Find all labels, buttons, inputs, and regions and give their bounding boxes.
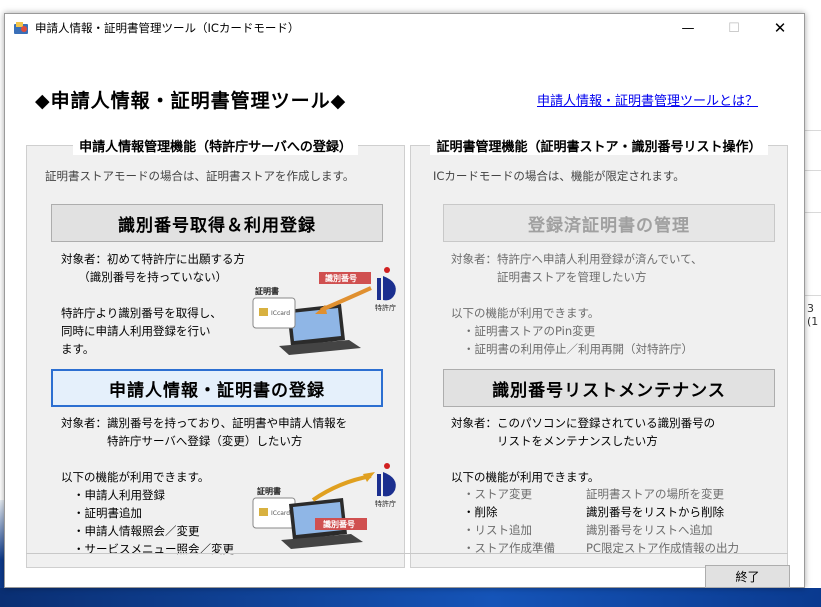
id-list-maintenance-button[interactable]: 識別番号リストメンテナンス — [443, 369, 775, 407]
feature-name: ・ストア変更 — [463, 487, 532, 501]
id-acquire-detail: 特許庁より識別番号を取得し、 同時に申請人利用登録を行い ます。 — [61, 304, 222, 358]
illus-cert-label: 証明書 — [257, 486, 281, 496]
feature-item: ・証明書の利用停止／利用再開（対特許庁） — [463, 342, 693, 356]
minimize-button[interactable]: — — [665, 14, 711, 42]
group-note: 証明書ストアモードの場合は、証明書ストアを作成します。 — [45, 169, 355, 183]
footer-separator — [26, 553, 788, 554]
desc-line: 対象者：識別番号を持っており、証明書や申請人情報を — [61, 416, 348, 430]
registered-cert-features: 以下の機能が利用できます。 ・証明書ストアのPin変更 ・証明書の利用停止／利用… — [451, 304, 693, 358]
feature-row-list-add: ・リスト追加 識別番号をリストへ追加 — [463, 522, 713, 538]
illus-jpo-label: 特許庁 — [375, 303, 396, 312]
feature-item: ・証明書ストアのPin変更 — [463, 324, 596, 338]
desc-line: 証明書ストアを管理したい方 — [451, 270, 647, 284]
help-link[interactable]: 申請人情報・証明書管理ツールとは？ — [537, 90, 758, 109]
close-button[interactable]: ✕ — [757, 14, 803, 42]
applicant-cert-features: 以下の機能が利用できます。 ・申請人利用登録 ・証明書追加 ・申請人情報照会／変… — [61, 468, 234, 558]
desc-line: （識別番号を持っていない） — [61, 270, 228, 284]
feature-name: ・リスト追加 — [463, 523, 532, 537]
group-legend-text: 申請人情報管理機能（特許庁サーバへの登録） — [73, 140, 358, 155]
desc-line: 対象者：初めて特許庁に出願する方 — [61, 252, 245, 266]
feature-desc: 識別番号をリストから削除 — [586, 505, 724, 519]
illus-cert-label: 証明書 — [255, 286, 279, 296]
desc-line: リストをメンテナンスしたい方 — [451, 434, 658, 448]
desc-line: ます。 — [61, 342, 95, 356]
feature-item: ・申請人利用登録 — [73, 488, 165, 502]
desc-line: 特許庁サーバへ登録（変更）したい方 — [61, 434, 303, 448]
feature-item: ・申請人情報照会／変更 — [73, 524, 200, 538]
desc-line: 特許庁より識別番号を取得し、 — [61, 306, 222, 320]
page-title: ◆申請人情報・証明書管理ツール◆ — [35, 90, 347, 112]
cert-management-group: 証明書管理機能（証明書ストア・識別番号リスト操作） ICカードモードの場合は、機… — [410, 140, 788, 568]
feature-row-store-change: ・ストア変更 証明書ストアの場所を変更 — [463, 486, 724, 502]
illus-jpo-label: 特許庁 — [375, 499, 396, 508]
main-window: 申請人情報・証明書管理ツール（ICカードモード） — ☐ ✕ ◆申請人情報・証明… — [4, 13, 805, 588]
id-acquire-target-desc: 対象者：初めて特許庁に出願する方 （識別番号を持っていない） — [61, 250, 245, 286]
illus-card-label: ICcard — [271, 510, 290, 517]
feature-name: ・削除 — [463, 505, 498, 519]
desktop-background-strip: 3 (1 — [805, 0, 821, 607]
illus-card-label: ICcard — [271, 310, 290, 317]
group-legend: 申請人情報管理機能（特許庁サーバへの登録） — [27, 136, 404, 155]
feature-row-delete: ・削除 識別番号をリストから削除 — [463, 504, 724, 520]
id-list-features-title: 以下の機能が利用できます。 — [451, 470, 600, 484]
feature-item: ・証明書追加 — [73, 506, 142, 520]
desc-line: 対象者：特許庁へ申請人利用登録が済んでいて、 — [451, 252, 703, 266]
features-title: 以下の機能が利用できます。 — [451, 306, 600, 320]
background-text-fragment: 3 (1 — [807, 302, 819, 328]
registered-cert-manage-button[interactable]: 登録済証明書の管理 — [443, 204, 775, 242]
id-list-target-desc: 対象者：このパソコンに登録されている識別番号の リストをメンテナンスしたい方 — [451, 414, 715, 450]
illus-id-label: 識別番号 — [323, 519, 355, 529]
divider — [805, 295, 821, 296]
update-illustration: ICcard 証明書 識別番号 特許庁 — [252, 463, 396, 549]
window-title: 申請人情報・証明書管理ツール（ICカードモード） — [35, 21, 300, 35]
title-bar[interactable]: 申請人情報・証明書管理ツール（ICカードモード） — ☐ ✕ — [5, 14, 804, 42]
applicant-cert-target-desc: 対象者：識別番号を持っており、証明書や申請人情報を 特許庁サーバへ登録（変更）し… — [61, 414, 347, 450]
desc-line: 対象者：このパソコンに登録されている識別番号の — [451, 416, 716, 430]
group-legend: 証明書管理機能（証明書ストア・識別番号リスト操作） — [411, 136, 787, 155]
taskbar-background — [0, 588, 821, 607]
feature-item: ・サービスメニュー照会／変更 — [73, 542, 234, 556]
id-acquire-register-button[interactable]: 識別番号取得＆利用登録 — [51, 204, 383, 242]
divider — [805, 212, 821, 213]
registration-illustration: ICcard 証明書 識別番号 特許庁 — [252, 267, 396, 355]
app-icon — [14, 22, 28, 34]
features-title: 以下の機能が利用できます。 — [61, 470, 210, 484]
divider — [805, 130, 821, 131]
applicant-cert-register-button[interactable]: 申請人情報・証明書の登録 — [51, 369, 383, 407]
maximize-button[interactable]: ☐ — [711, 14, 757, 42]
feature-desc: 識別番号をリストへ追加 — [586, 523, 713, 537]
group-note: ICカードモードの場合は、機能が限定されます。 — [433, 169, 685, 183]
divider — [805, 170, 821, 171]
feature-desc: 証明書ストアの場所を変更 — [586, 487, 724, 501]
registered-cert-target-desc: 対象者：特許庁へ申請人利用登録が済んでいて、 証明書ストアを管理したい方 — [451, 250, 703, 286]
illus-id-label: 識別番号 — [325, 273, 357, 283]
group-legend-text: 証明書管理機能（証明書ストア・識別番号リスト操作） — [430, 140, 768, 155]
applicant-info-group: 申請人情報管理機能（特許庁サーバへの登録） 証明書ストアモードの場合は、証明書ス… — [26, 140, 405, 568]
desc-line: 同時に申請人利用登録を行い — [61, 324, 211, 338]
exit-button[interactable]: 終了 — [705, 565, 790, 588]
client-area: ◆申請人情報・証明書管理ツール◆ 申請人情報・証明書管理ツールとは？ 申請人情報… — [5, 42, 804, 588]
